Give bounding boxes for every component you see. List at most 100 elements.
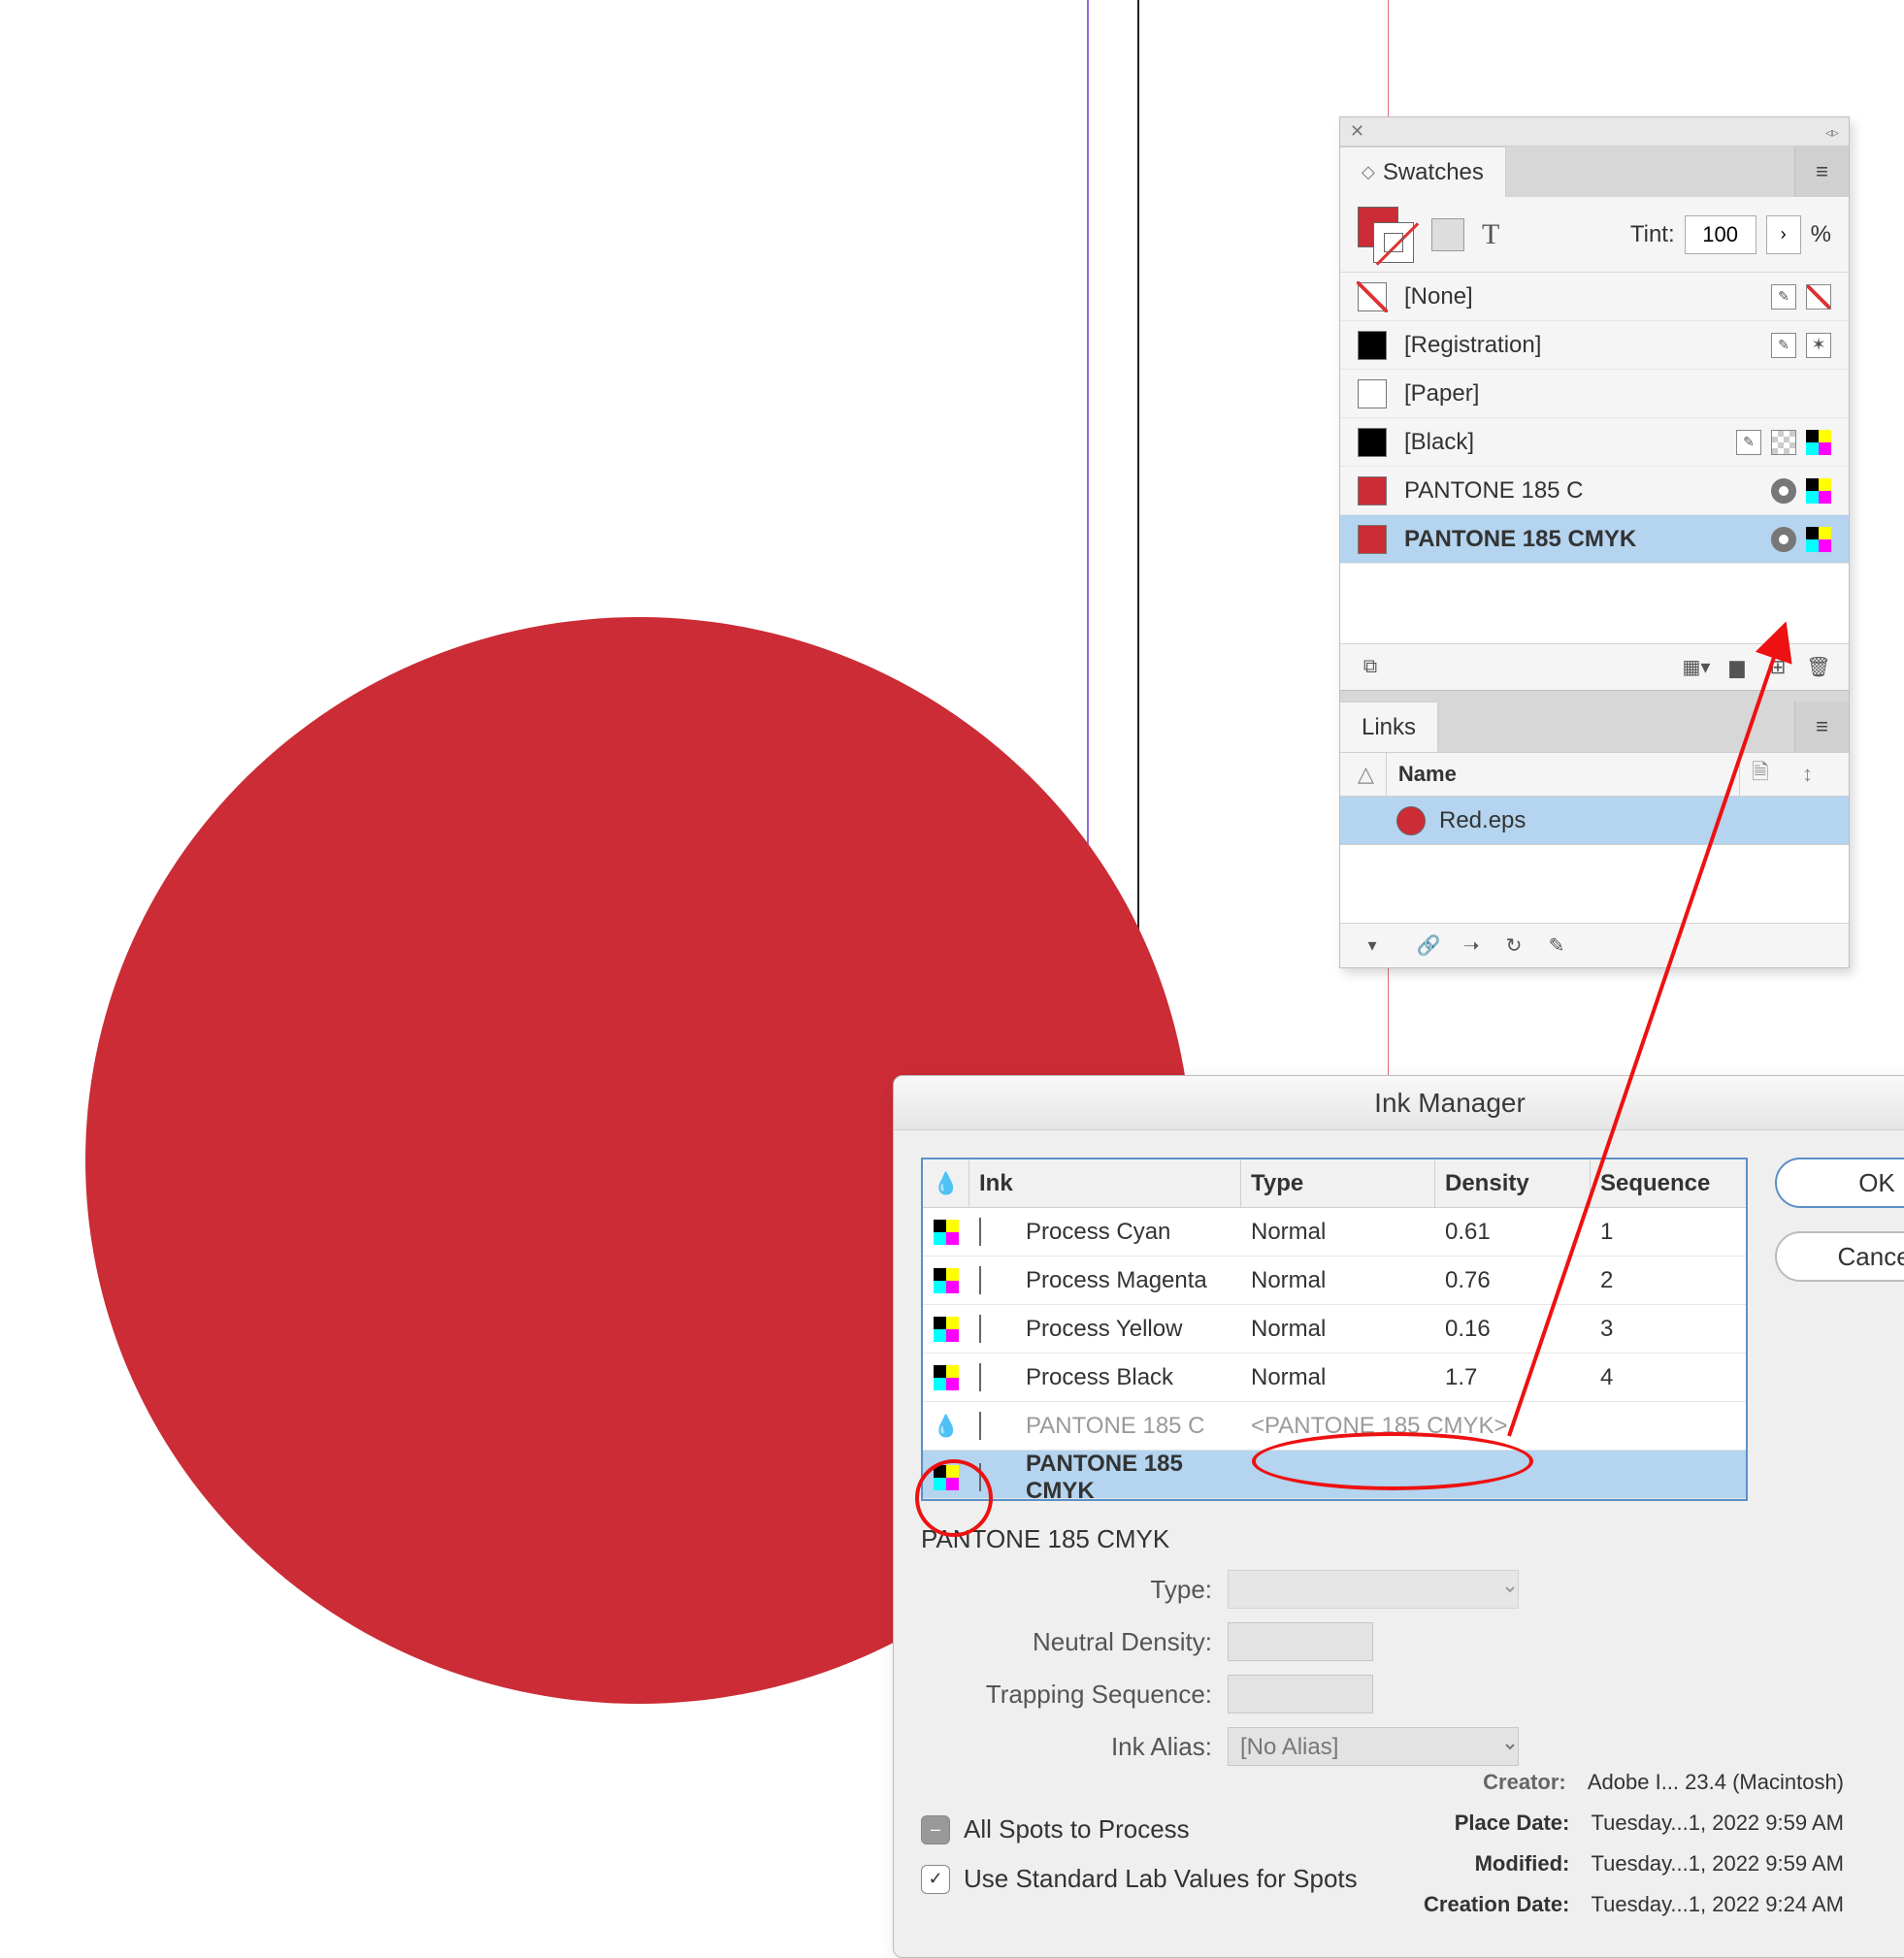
- tab-swatches[interactable]: ◇ Swatches: [1340, 147, 1506, 197]
- warning-sort-icon[interactable]: △: [1358, 762, 1374, 787]
- ok-button[interactable]: OK: [1775, 1158, 1904, 1208]
- tab-links[interactable]: Links: [1340, 702, 1438, 752]
- swatch-row-black[interactable]: [Black]: [1340, 418, 1849, 467]
- status-sort-icon[interactable]: ↕: [1802, 762, 1831, 787]
- noedit-icon: [1771, 333, 1796, 358]
- ink-name: Process Black: [1016, 1364, 1241, 1391]
- swatch-label: [Black]: [1404, 429, 1719, 456]
- ink-row-yellow[interactable]: Process Yellow Normal 0.16 3: [923, 1305, 1746, 1354]
- folder-icon[interactable]: ▆: [1723, 653, 1752, 682]
- links-footer: ▾ 🔗 ➝ ↻ ✎: [1340, 923, 1849, 967]
- col-ink[interactable]: Ink: [969, 1159, 1241, 1207]
- panel-menu-button[interactable]: ≡: [1794, 147, 1849, 197]
- ink-seq: 3: [1591, 1316, 1746, 1343]
- checker-icon: [1771, 430, 1796, 455]
- density-input[interactable]: [1228, 1622, 1373, 1661]
- spot-icon: [1771, 478, 1796, 504]
- new-group-from-swatch-icon[interactable]: ⧉: [1356, 653, 1385, 682]
- swatch-row-pantone-cmyk[interactable]: PANTONE 185 CMYK: [1340, 515, 1849, 564]
- ink-row-pantone-c[interactable]: 💧 PANTONE 185 C <PANTONE 185 CMYK>: [923, 1402, 1746, 1451]
- swatch-chip-icon: [1358, 525, 1387, 554]
- formatting-text-button[interactable]: T: [1482, 218, 1499, 251]
- swatch-chip-icon: [1358, 331, 1387, 360]
- droplet-header-icon: 💧: [933, 1171, 959, 1196]
- link-thumbnail-icon: [1396, 806, 1426, 835]
- relink-icon[interactable]: 🔗: [1414, 931, 1443, 961]
- noedit-icon: [1736, 430, 1761, 455]
- close-icon[interactable]: ✕: [1350, 121, 1364, 142]
- dialog-title: Ink Manager: [894, 1076, 1904, 1130]
- new-swatch-icon[interactable]: ⊞: [1763, 653, 1792, 682]
- page-sort-icon[interactable]: 🗎: [1752, 756, 1790, 793]
- swatches-footer: ⧉ ▦▾ ▆ ⊞ 🗑: [1340, 643, 1849, 690]
- label-alias: Ink Alias:: [921, 1732, 1212, 1762]
- ink-density: 1.7: [1435, 1364, 1591, 1391]
- swatch-chip-icon: [1358, 428, 1387, 457]
- panel-stack: ✕ ◇ Swatches ≡ T Tint: › % [None]: [1339, 116, 1850, 968]
- spot-icon: [1771, 527, 1796, 552]
- meta-place-label: Place Date:: [1455, 1811, 1570, 1836]
- ink-row-cyan[interactable]: Process Cyan Normal 0.61 1: [923, 1208, 1746, 1256]
- swatch-view-icon[interactable]: ▦▾: [1682, 653, 1711, 682]
- ink-name: PANTONE 185 CMYK: [1016, 1451, 1241, 1505]
- ink-chip-icon: [979, 1363, 981, 1391]
- ink-density: 0.16: [1435, 1316, 1591, 1343]
- collapse-icon[interactable]: [1825, 121, 1839, 142]
- formatting-container-button[interactable]: [1431, 218, 1464, 251]
- process-icon: [934, 1465, 959, 1490]
- ink-row-black[interactable]: Process Black Normal 1.7 4: [923, 1354, 1746, 1402]
- cancel-button[interactable]: Cancel: [1775, 1231, 1904, 1282]
- cmyk-icon: [1806, 430, 1831, 455]
- goto-link-icon[interactable]: ➝: [1457, 931, 1486, 961]
- link-row[interactable]: Red.eps: [1340, 797, 1849, 845]
- tint-stepper[interactable]: ›: [1766, 215, 1801, 254]
- tint-unit: %: [1811, 221, 1831, 248]
- tint-value-input[interactable]: [1685, 215, 1756, 254]
- swatches-tabbar: ◇ Swatches ≡: [1340, 147, 1849, 197]
- meta-mod-label: Modified:: [1475, 1851, 1570, 1876]
- swatch-label: [Registration]: [1404, 332, 1754, 359]
- panel-titlebar[interactable]: ✕: [1340, 117, 1849, 147]
- edit-original-icon[interactable]: ✎: [1542, 931, 1571, 961]
- ink-type: Normal: [1241, 1316, 1435, 1343]
- alias-select[interactable]: [No Alias]: [1228, 1727, 1519, 1766]
- panel-divider: [1340, 690, 1849, 702]
- type-select[interactable]: [1228, 1570, 1519, 1609]
- links-count-icon: ▾: [1358, 931, 1387, 961]
- label-type: Type:: [921, 1575, 1212, 1605]
- ink-row-magenta[interactable]: Process Magenta Normal 0.76 2: [923, 1256, 1746, 1305]
- ink-detail: PANTONE 185 CMYK Type: Neutral Density: …: [921, 1524, 1748, 1779]
- panel-menu-button[interactable]: ≡: [1794, 702, 1849, 752]
- swatch-list: [None] [Registration] [Paper] [Black]: [1340, 273, 1849, 643]
- links-header: △ Name 🗎 ↕: [1340, 752, 1849, 797]
- update-link-icon[interactable]: ↻: [1499, 931, 1528, 961]
- swatch-row-paper[interactable]: [Paper]: [1340, 370, 1849, 418]
- registration-icon: [1806, 333, 1831, 358]
- sequence-input[interactable]: [1228, 1675, 1373, 1713]
- col-type[interactable]: Type: [1241, 1159, 1435, 1207]
- swatch-chip-icon: [1358, 476, 1387, 506]
- column-name[interactable]: Name: [1398, 762, 1727, 787]
- ink-row-pantone-cmyk[interactable]: PANTONE 185 CMYK: [923, 1451, 1746, 1499]
- swatch-label: PANTONE 185 CMYK: [1404, 526, 1754, 553]
- detail-heading: PANTONE 185 CMYK: [921, 1524, 1748, 1554]
- swatch-row-none[interactable]: [None]: [1340, 273, 1849, 321]
- swatch-label: PANTONE 185 C: [1404, 477, 1754, 505]
- swatch-row-pantone-c[interactable]: PANTONE 185 C: [1340, 467, 1849, 515]
- trash-icon[interactable]: 🗑: [1804, 653, 1833, 682]
- meta-creator-label: Creator:: [1483, 1770, 1566, 1795]
- tab-label: Links: [1362, 714, 1416, 741]
- ink-seq: 1: [1591, 1219, 1746, 1246]
- updown-sort-icon: ◇: [1362, 162, 1375, 182]
- ink-name: Process Yellow: [1016, 1316, 1241, 1343]
- cmyk-icon: [1806, 478, 1831, 504]
- col-sequence[interactable]: Sequence: [1591, 1159, 1746, 1207]
- ink-name: Process Magenta: [1016, 1267, 1241, 1294]
- process-icon: [934, 1317, 959, 1342]
- links-empty-area: [1340, 845, 1849, 923]
- fill-stroke-proxy[interactable]: [1358, 207, 1414, 263]
- ink-type: Normal: [1241, 1267, 1435, 1294]
- swatch-row-registration[interactable]: [Registration]: [1340, 321, 1849, 370]
- meta-place-value: Tuesday...1, 2022 9:59 AM: [1592, 1811, 1845, 1836]
- col-density[interactable]: Density: [1435, 1159, 1591, 1207]
